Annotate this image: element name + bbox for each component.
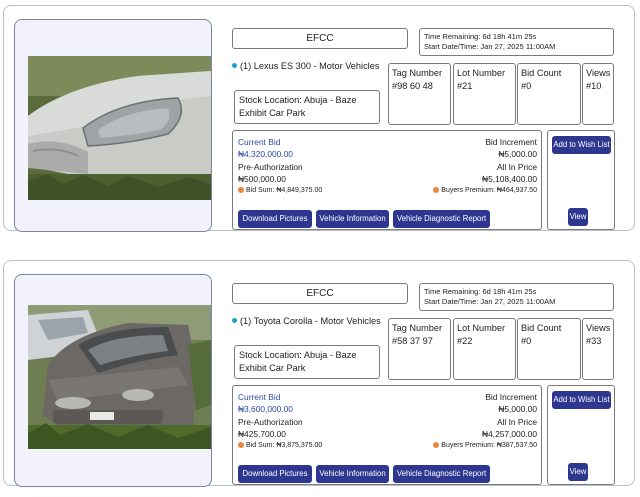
bid-count-value: #0 [521,81,532,91]
all-in-label: All In Price [496,417,537,427]
download-pictures-button[interactable]: Download Pictures [238,210,312,228]
bid-increment-value: ₦5,000.00 [498,149,537,159]
bid-increment-label: Bid Increment [485,392,537,402]
lot-number-label: Lot Number [457,323,506,333]
tag-number-label: Tag Number [392,68,443,78]
time-remaining: Time Remaining: 6d 18h 41m 25s [424,287,537,296]
bid-count-box: Bid Count #0 [517,318,581,380]
bid-increment-value: ₦5,000.00 [498,404,537,414]
bid-panel: Current Bid ₦4,320,000.00 Bid Increment … [232,130,542,230]
bid-count-value: #0 [521,336,532,346]
vehicle-photo[interactable] [28,56,211,200]
vehicle-diagnostic-button[interactable]: Vehicle Diagnostic Report [393,210,490,228]
views-value: #33 [586,336,602,346]
tag-number-box: Tag Number #98 60 48 [388,63,451,125]
views-box: Views #33 [582,318,614,380]
bid-count-box: Bid Count #0 [517,63,581,125]
start-date: Start Date/Time: Jan 27, 2025 11:00AM [424,297,556,306]
tag-number-label: Tag Number [392,323,443,333]
buyers-premium-text: Buyers Premium: ₦387,537.50 [441,442,537,449]
all-in-label: All In Price [496,162,537,172]
agency-label: EFCC [232,28,408,49]
bid-sum: Bid Sum: ₦4,849,375.00 [238,186,322,196]
bid-sum-text: Bid Sum: ₦4,849,375.00 [246,187,323,194]
premium-dot-icon [433,442,440,448]
preauth-label: Pre-Authorization [238,162,303,172]
status-dot-icon [232,63,237,68]
lot-number-value: #22 [457,336,473,346]
current-bid-label: Current Bid [238,137,281,147]
listing-card: EFCC Time Remaining: 6d 18h 41m 25s Star… [3,5,635,232]
vehicle-title-text: (1) Lexus ES 300 - Motor Vehicles [240,61,380,71]
preauth-value: ₦500,000.00 [238,174,286,184]
preauth-label: Pre-Authorization [238,417,303,427]
auction-time-box: Time Remaining: 6d 18h 41m 25s Start Dat… [419,28,614,56]
buyers-premium: Buyers Premium: ₦387,537.50 [433,441,537,451]
bid-count-label: Bid Count [521,68,562,78]
current-bid-value: ₦4,320,000.00 [238,149,293,159]
buyers-premium-text: Buyers Premium: ₦464,937.50 [441,187,537,194]
vehicle-image-frame[interactable] [14,19,212,232]
lot-number-label: Lot Number [457,68,506,78]
views-box: Views #10 [582,63,614,125]
vehicle-title-text: (1) Toyota Corolla - Motor Vehicles [240,316,381,326]
agency-label: EFCC [232,283,408,304]
tag-number-value: #98 60 48 [392,81,433,91]
stock-location: Stock Location: Abuja - Baze Exhibit Car… [234,90,380,124]
buyers-premium: Buyers Premium: ₦464,937.50 [433,186,537,196]
vehicle-information-button[interactable]: Vehicle Information [316,465,389,483]
vehicle-diagnostic-button[interactable]: Vehicle Diagnostic Report [393,465,490,483]
add-to-wishlist-button[interactable]: Add to Wish List [552,136,611,154]
vehicle-image-frame[interactable] [14,274,212,487]
views-label: Views [586,323,611,333]
views-value: #10 [586,81,602,91]
stock-location: Stock Location: Abuja - Baze Exhibit Car… [234,345,380,379]
bid-increment-label: Bid Increment [485,137,537,147]
tag-number-box: Tag Number #58 37 97 [388,318,451,380]
action-panel: Add to Wish List View [547,385,615,485]
time-remaining: Time Remaining: 6d 18h 41m 25s [424,32,537,41]
start-date: Start Date/Time: Jan 27, 2025 11:00AM [424,42,556,51]
vehicle-title[interactable]: (1) Lexus ES 300 - Motor Vehicles [232,61,382,72]
listing-card: EFCC Time Remaining: 6d 18h 41m 25s Star… [3,260,635,487]
lot-number-box: Lot Number #22 [453,318,516,380]
auction-time-box: Time Remaining: 6d 18h 41m 25s Start Dat… [419,283,614,311]
current-bid-label: Current Bid [238,392,281,402]
download-pictures-button[interactable]: Download Pictures [238,465,312,483]
bid-sum-dot-icon [238,442,244,448]
bid-panel: Current Bid ₦3,600,000.00 Bid Increment … [232,385,542,485]
lot-number-value: #21 [457,81,473,91]
vehicle-title[interactable]: (1) Toyota Corolla - Motor Vehicles [232,316,382,327]
vehicle-photo[interactable] [28,305,211,449]
current-bid-value: ₦3,600,000.00 [238,404,293,414]
premium-dot-icon [433,187,440,193]
vehicle-information-button[interactable]: Vehicle Information [316,210,389,228]
all-in-value: ₦4,257,000.00 [482,429,537,439]
corolla-photo-image [28,305,211,449]
status-dot-icon [232,318,237,323]
bid-sum-text: Bid Sum: ₦3,875,375.00 [246,442,323,449]
preauth-value: ₦425,700.00 [238,429,286,439]
lot-number-box: Lot Number #21 [453,63,516,125]
all-in-value: ₦5,108,400.00 [482,174,537,184]
lexus-photo-image [28,56,211,200]
tag-number-value: #58 37 97 [392,336,433,346]
views-label: Views [586,68,611,78]
view-button[interactable]: View [568,208,588,226]
add-to-wishlist-button[interactable]: Add to Wish List [552,391,611,409]
bid-sum-dot-icon [238,187,244,193]
bid-sum: Bid Sum: ₦3,875,375.00 [238,441,322,451]
view-button[interactable]: View [568,463,588,481]
bid-count-label: Bid Count [521,323,562,333]
action-panel: Add to Wish List View [547,130,615,230]
